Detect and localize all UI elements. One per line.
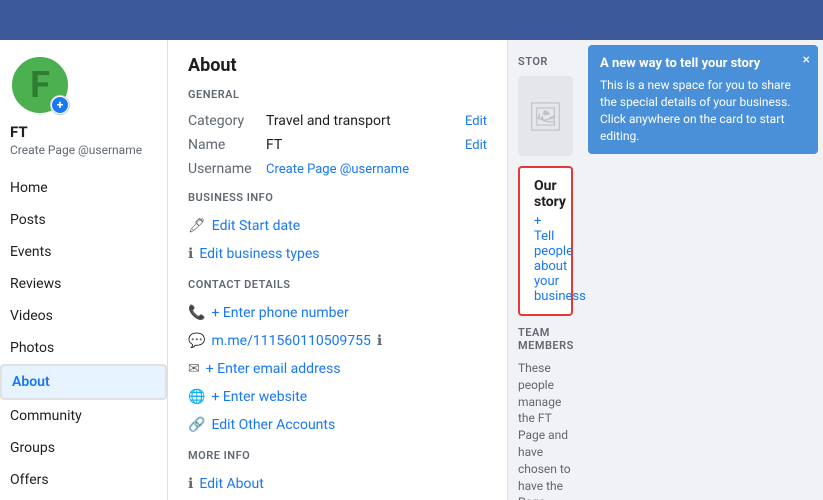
story-tooltip: A new way to tell your story × This is a… — [588, 45, 818, 154]
other-accounts-label: Edit Other Accounts — [211, 417, 335, 433]
image-upload-icon: 🖼 — [528, 100, 564, 133]
email-icon: ✉ — [188, 361, 200, 377]
sidebar: F + FT Create Page @username Home Posts … — [0, 40, 168, 500]
username-create-link[interactable]: Create Page @username — [266, 162, 409, 177]
right-panel: A new way to tell your story × This is a… — [508, 40, 823, 500]
edit-business-types-label: Edit business types — [199, 246, 319, 262]
sidebar-navigation: Home Posts Events Reviews Videos Photos … — [0, 172, 167, 496]
other-accounts-item[interactable]: 🔗 Edit Other Accounts — [188, 411, 487, 439]
info-icon: ℹ — [188, 246, 193, 262]
general-section-label: GENERAL — [188, 88, 487, 101]
plus-icon: + — [52, 97, 68, 113]
sidebar-item-photos[interactable]: Photos — [0, 332, 167, 364]
team-members-section: TEAM MEMBERS These people manage the FT … — [518, 326, 573, 500]
edit-business-types-item[interactable]: ℹ Edit business types — [188, 240, 487, 268]
website-placeholder: + Enter website — [211, 389, 307, 405]
username-label: Username — [188, 161, 258, 177]
page-name: FT — [10, 123, 28, 141]
name-value: FT — [266, 137, 282, 153]
accounts-icon: 🔗 — [188, 417, 205, 433]
our-story-title: Our story — [534, 178, 557, 210]
phone-icon: 📞 — [188, 305, 205, 321]
tell-story-link[interactable]: + Tell people about your business — [534, 214, 557, 304]
business-info-label: BUSINESS INFO — [188, 191, 487, 204]
category-value: Travel and transport — [266, 113, 391, 129]
globe-icon: 🌐 — [188, 389, 205, 405]
sidebar-item-offers[interactable]: Offers — [0, 464, 167, 496]
sidebar-item-home[interactable]: Home — [0, 172, 167, 204]
edit-start-date-item[interactable]: 🖊 Edit Start date — [188, 212, 487, 240]
tooltip-title: A new way to tell your story — [600, 55, 806, 73]
tooltip-close-button[interactable]: × — [803, 51, 810, 71]
email-item[interactable]: ✉ + Enter email address — [188, 355, 487, 383]
email-placeholder: + Enter email address — [206, 361, 341, 377]
avatar-plus-button[interactable]: + — [50, 95, 70, 115]
sidebar-item-posts[interactable]: Posts — [0, 204, 167, 236]
page-username: Create Page @username — [10, 143, 142, 157]
edit-about-icon: ℹ — [188, 476, 193, 492]
messenger-item[interactable]: 💬 m.me/111560110509755 ℹ — [188, 327, 487, 355]
edit-about-label: Edit About — [199, 476, 263, 492]
sidebar-item-reviews[interactable]: Reviews — [0, 268, 167, 300]
avatar-container: F + — [10, 55, 70, 115]
more-info-label: MORE INFO — [188, 449, 487, 462]
sidebar-item-community[interactable]: Community — [0, 400, 167, 432]
tooltip-body: This is a new space for you to share the… — [600, 77, 806, 144]
phone-placeholder: + Enter phone number — [211, 305, 348, 321]
sidebar-item-videos[interactable]: Videos — [0, 300, 167, 332]
phone-item[interactable]: 📞 + Enter phone number — [188, 299, 487, 327]
sidebar-item-groups[interactable]: Groups — [0, 432, 167, 464]
calendar-icon: 🖊 — [188, 218, 206, 234]
sidebar-profile: F + FT Create Page @username — [0, 40, 167, 167]
category-row: Category Travel and transport Edit — [188, 109, 487, 133]
top-navigation-bar — [0, 0, 823, 40]
username-row: Username Create Page @username — [188, 157, 487, 181]
edit-about-item[interactable]: ℹ Edit About — [188, 470, 487, 498]
avatar-letter: F — [30, 64, 50, 106]
our-story-box[interactable]: Our story + Tell people about your busin… — [518, 166, 573, 316]
category-edit-link[interactable]: Edit — [465, 114, 487, 129]
team-members-header: TEAM MEMBERS — [518, 326, 573, 352]
content-area: About GENERAL Category Travel and transp… — [168, 40, 823, 500]
contact-details-label: CONTACT DETAILS — [188, 278, 487, 291]
about-title: About — [188, 55, 487, 76]
website-item[interactable]: 🌐 + Enter website — [188, 383, 487, 411]
messenger-value: m.me/111560110509755 — [211, 333, 370, 349]
messenger-icon: 💬 — [188, 333, 205, 349]
story-header-label: STOR — [518, 55, 548, 68]
about-panel: About GENERAL Category Travel and transp… — [168, 40, 508, 500]
edit-start-date-label: Edit Start date — [212, 218, 300, 234]
cover-image-placeholder[interactable]: 🖼 — [518, 76, 573, 156]
sidebar-item-about[interactable]: About — [0, 364, 167, 400]
info-messenger-icon: ℹ — [377, 333, 382, 349]
category-label: Category — [188, 113, 258, 129]
name-row: Name FT Edit — [188, 133, 487, 157]
team-description: These people manage the FT Page and have… — [518, 360, 573, 500]
sidebar-item-events[interactable]: Events — [0, 236, 167, 268]
name-label: Name — [188, 137, 258, 153]
name-edit-link[interactable]: Edit — [465, 138, 487, 153]
